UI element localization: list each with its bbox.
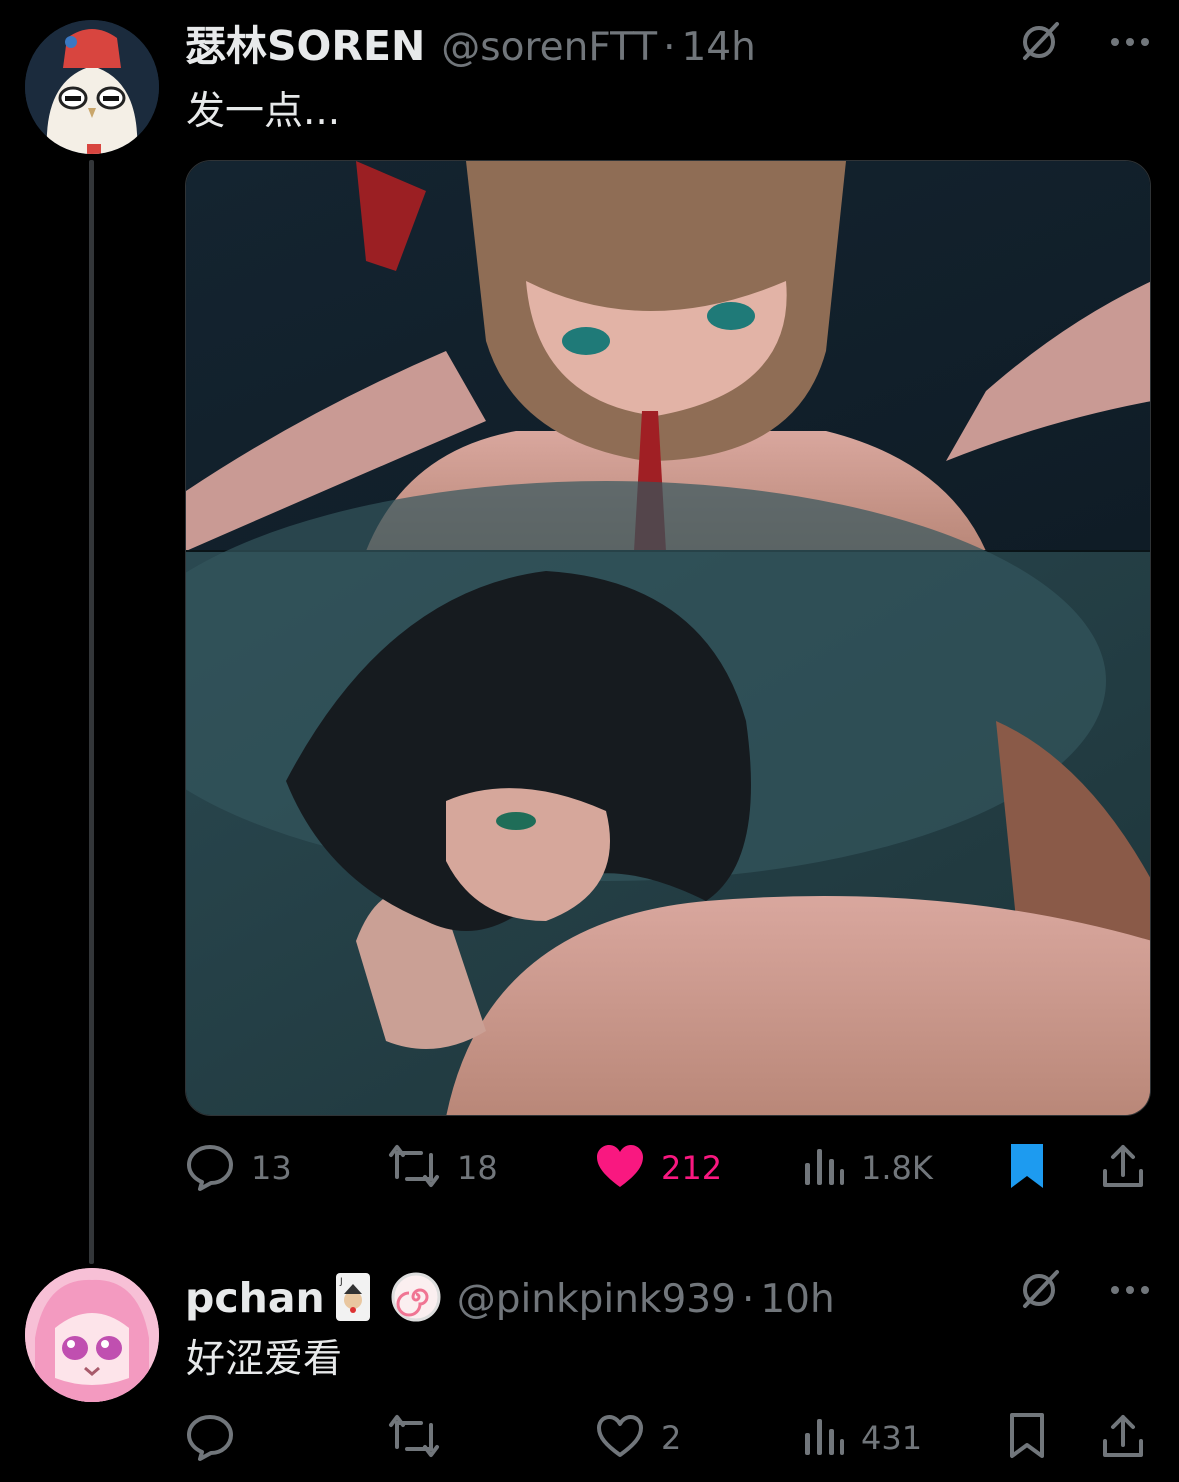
views-count: 431 [861,1419,923,1457]
post-time[interactable]: 14h [681,25,755,70]
like-count: 2 [661,1419,682,1457]
thread-connector-line [89,160,94,1264]
like-button[interactable]: 2 [595,1410,681,1466]
post-top-icons [1017,1266,1151,1316]
reply-icon [185,1411,235,1465]
svg-text:J: J [339,1277,343,1287]
repost-icon [387,1141,441,1195]
post-soren[interactable]: 瑟林SOREN @sorenFTT · 14h 发一点... 13 18 212… [0,0,1179,1264]
post-header: 瑟林SOREN @sorenFTT · 14h [185,12,756,72]
bookmark-button[interactable] [1007,1410,1047,1466]
post-top-icons [1017,18,1151,68]
reply-icon [185,1141,235,1195]
like-button[interactable]: 212 [595,1140,722,1196]
bookmark-icon [1007,1142,1047,1194]
like-count: 212 [661,1149,723,1187]
avatar-soren[interactable] [25,20,159,154]
views-button[interactable]: 431 [803,1410,922,1466]
reply-button[interactable] [185,1410,235,1466]
display-name[interactable]: pchan [185,1274,325,1322]
bookmark-icon [1007,1412,1047,1464]
share-button[interactable] [1101,1140,1145,1196]
views-icon [803,1145,845,1191]
post-text: 发一点... [186,89,341,134]
like-icon [595,1143,645,1193]
more-icon[interactable] [1109,1282,1151,1301]
share-icon [1101,1413,1145,1463]
share-button[interactable] [1101,1410,1145,1466]
post-header: pchan J @pinkpink939 · 10h [185,1262,835,1322]
reply-button[interactable]: 13 [185,1140,292,1196]
post-image[interactable] [185,160,1151,1116]
views-icon [803,1415,845,1461]
grok-icon[interactable] [1017,18,1063,68]
grok-icon[interactable] [1017,1266,1063,1316]
share-icon [1101,1143,1145,1193]
repost-count: 18 [457,1149,498,1187]
repost-button[interactable] [387,1410,441,1466]
like-icon [595,1413,645,1463]
reply-count: 13 [251,1149,292,1187]
repost-icon [387,1411,441,1465]
joker-card-emoji-icon: J [335,1272,371,1322]
post-time[interactable]: 10h [760,1277,834,1322]
more-icon[interactable] [1109,34,1151,53]
display-name[interactable]: 瑟林SOREN [185,12,425,72]
fish-cake-emoji-icon [391,1272,441,1322]
post-text: 好涩爱看 [186,1337,343,1382]
separator-dot: · [741,1277,755,1322]
views-button[interactable]: 1.8K [803,1140,933,1196]
views-count: 1.8K [861,1149,933,1187]
separator-dot: · [663,25,676,70]
repost-button[interactable]: 18 [387,1140,498,1196]
bookmark-button[interactable] [1007,1140,1047,1196]
user-handle[interactable]: @sorenFTT [441,25,657,70]
user-handle[interactable]: @pinkpink939 [457,1277,736,1322]
post-pchan[interactable]: pchan J @pinkpink939 · 10h 好涩爱看 2 431 [0,1240,1179,1482]
avatar-pchan[interactable] [25,1268,159,1402]
